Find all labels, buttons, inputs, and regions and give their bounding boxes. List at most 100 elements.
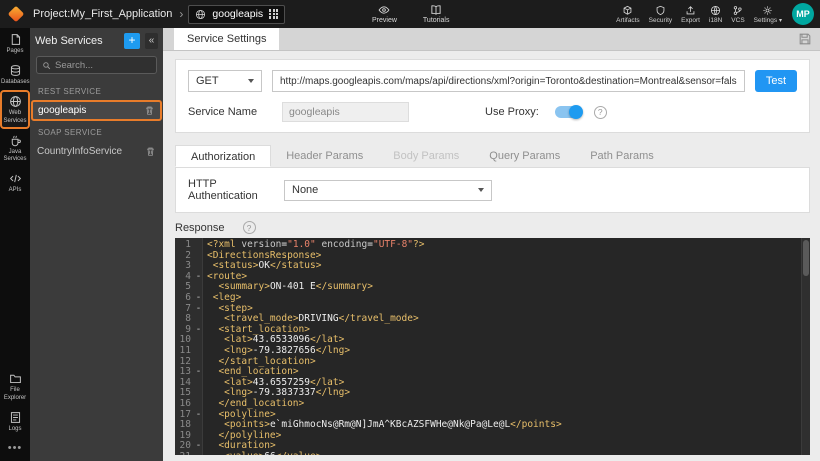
top-bar: Project:My_First_Application › googleapi… — [0, 0, 820, 28]
more-icon[interactable]: ••• — [8, 437, 23, 461]
fold-marker[interactable]: - — [194, 367, 203, 378]
service-search-box — [36, 56, 157, 74]
url-input[interactable] — [272, 70, 745, 92]
sidebar-item-apis[interactable]: APIs — [0, 167, 30, 198]
artifacts-button[interactable]: Artifacts — [616, 0, 640, 28]
code-lines: 1 <?xml version="1.0" encoding="UTF-8"?> 2… — [175, 238, 810, 455]
use-proxy-label: Use Proxy: — [485, 106, 539, 118]
response-editor[interactable]: 1 <?xml version="1.0" encoding="UTF-8"?> 2… — [175, 238, 810, 455]
line-number: 11 — [179, 344, 191, 356]
topbar-center-tools: Preview Tutorials — [372, 0, 450, 28]
add-service-button[interactable]: + — [124, 32, 140, 49]
line-number: 1 — [185, 239, 191, 250]
settings-label: Settings ▾ — [753, 16, 782, 24]
rail-label: Web Services — [3, 110, 27, 124]
fold-marker[interactable]: - — [194, 441, 203, 452]
fold-marker[interactable]: - — [194, 324, 203, 336]
rail-label: Java Services — [3, 148, 27, 162]
rail-label: Databases — [1, 79, 30, 86]
chevron-right-icon: › — [179, 7, 184, 21]
code-text: <value>66</value> — [203, 451, 321, 455]
rail-label: Pages — [6, 48, 24, 54]
sidebar-item-java-services[interactable]: Java Services — [0, 129, 30, 167]
test-button[interactable]: Test — [755, 70, 797, 92]
editor-scrollbar[interactable] — [801, 238, 810, 455]
service-name-input[interactable] — [282, 102, 409, 122]
tab-body-params[interactable]: Body Params — [378, 145, 474, 167]
http-auth-label: HTTP Authentication — [188, 178, 258, 202]
fold-marker[interactable]: - — [194, 292, 203, 304]
help-icon[interactable]: ? — [593, 105, 607, 119]
method-select[interactable]: GET — [188, 70, 262, 92]
sidebar-item-databases[interactable]: Databases — [0, 59, 30, 90]
web-services-icon — [9, 95, 22, 108]
vcs-icon — [732, 5, 743, 16]
tutorials-button[interactable]: Tutorials — [423, 0, 450, 28]
http-auth-select[interactable]: None — [284, 179, 492, 201]
fold-marker[interactable]: - — [194, 409, 203, 421]
trash-icon[interactable] — [145, 146, 156, 157]
service-name-label: Service Name — [188, 106, 258, 118]
export-label: Export — [681, 16, 700, 24]
web-services-panel: Web Services + « REST SERVICE googleapis… — [30, 28, 163, 461]
fold-marker — [194, 388, 203, 399]
service-settings-content: GET Test Service Name Use Proxy: ? Autho… — [163, 51, 820, 461]
artifacts-icon — [622, 5, 633, 16]
tab-service-settings[interactable]: Service Settings — [174, 28, 280, 50]
i18n-button[interactable]: i18N — [709, 0, 722, 28]
sidebar-item-file-explorer[interactable]: File Explorer — [0, 367, 30, 405]
service-switcher-label: googleapis — [212, 8, 264, 20]
scrollbar-thumb[interactable] — [803, 240, 809, 276]
logs-icon — [9, 411, 22, 424]
rail-label: File Explorer — [3, 387, 27, 401]
response-label: Response — [175, 221, 225, 234]
service-item-label: googleapis — [38, 105, 87, 116]
use-proxy-toggle[interactable] — [554, 105, 583, 119]
sidebar-item-web-services[interactable]: Web Services — [0, 90, 30, 129]
help-icon[interactable]: ? — [242, 221, 256, 234]
pages-icon — [9, 33, 22, 46]
response-header: Response ? — [175, 221, 810, 234]
tab-query-params[interactable]: Query Params — [474, 145, 575, 167]
artifacts-label: Artifacts — [616, 16, 640, 24]
request-row: GET Test — [188, 70, 797, 92]
service-name-row: Service Name Use Proxy: ? — [188, 102, 797, 122]
i18n-icon — [710, 5, 721, 16]
app-logo-icon[interactable] — [7, 5, 25, 23]
security-button[interactable]: Security — [649, 0, 672, 28]
apps-grid-icon[interactable] — [269, 9, 279, 19]
fold-marker — [194, 420, 203, 431]
i18n-label: i18N — [708, 16, 723, 24]
code-line: 6- <leg> — [175, 292, 810, 304]
preview-button[interactable]: Preview — [372, 0, 397, 28]
tab-path-params[interactable]: Path Params — [575, 145, 669, 167]
service-item-googleapis[interactable]: googleapis — [31, 100, 162, 121]
fold-marker[interactable]: - — [194, 271, 203, 283]
service-switcher[interactable]: googleapis — [188, 4, 286, 24]
fold-marker — [194, 346, 203, 357]
tab-header-params[interactable]: Header Params — [271, 145, 378, 167]
caret-down-icon — [478, 188, 484, 192]
params-tab-strip: Authorization Header Params Body Params … — [175, 145, 810, 167]
soap-section-label: SOAP SERVICE — [38, 128, 103, 137]
sidebar-item-pages[interactable]: Pages — [0, 28, 30, 59]
sidebar-item-logs[interactable]: Logs — [0, 406, 30, 437]
tutorials-icon — [430, 4, 442, 16]
tab-authorization[interactable]: Authorization — [175, 145, 272, 167]
export-button[interactable]: Export — [681, 0, 700, 28]
vcs-button[interactable]: VCS — [731, 0, 745, 28]
trash-icon[interactable] — [144, 105, 155, 116]
editor-tab-bar: Service Settings — [163, 28, 820, 51]
fold-marker — [194, 251, 203, 262]
main-area: Service Settings GET Test Service Name — [163, 28, 820, 461]
collapse-panel-button[interactable]: « — [145, 32, 158, 49]
line-number: 16 — [179, 397, 191, 409]
java-services-icon — [9, 134, 22, 147]
save-icon[interactable] — [798, 32, 812, 46]
fold-marker[interactable]: - — [194, 303, 203, 315]
avatar[interactable]: MP — [792, 3, 814, 25]
fold-marker — [194, 452, 203, 455]
search-input[interactable] — [55, 59, 151, 71]
settings-button[interactable]: Settings ▾ — [754, 0, 782, 28]
service-item-countryinfoservice[interactable]: CountryInfoService — [30, 141, 163, 162]
